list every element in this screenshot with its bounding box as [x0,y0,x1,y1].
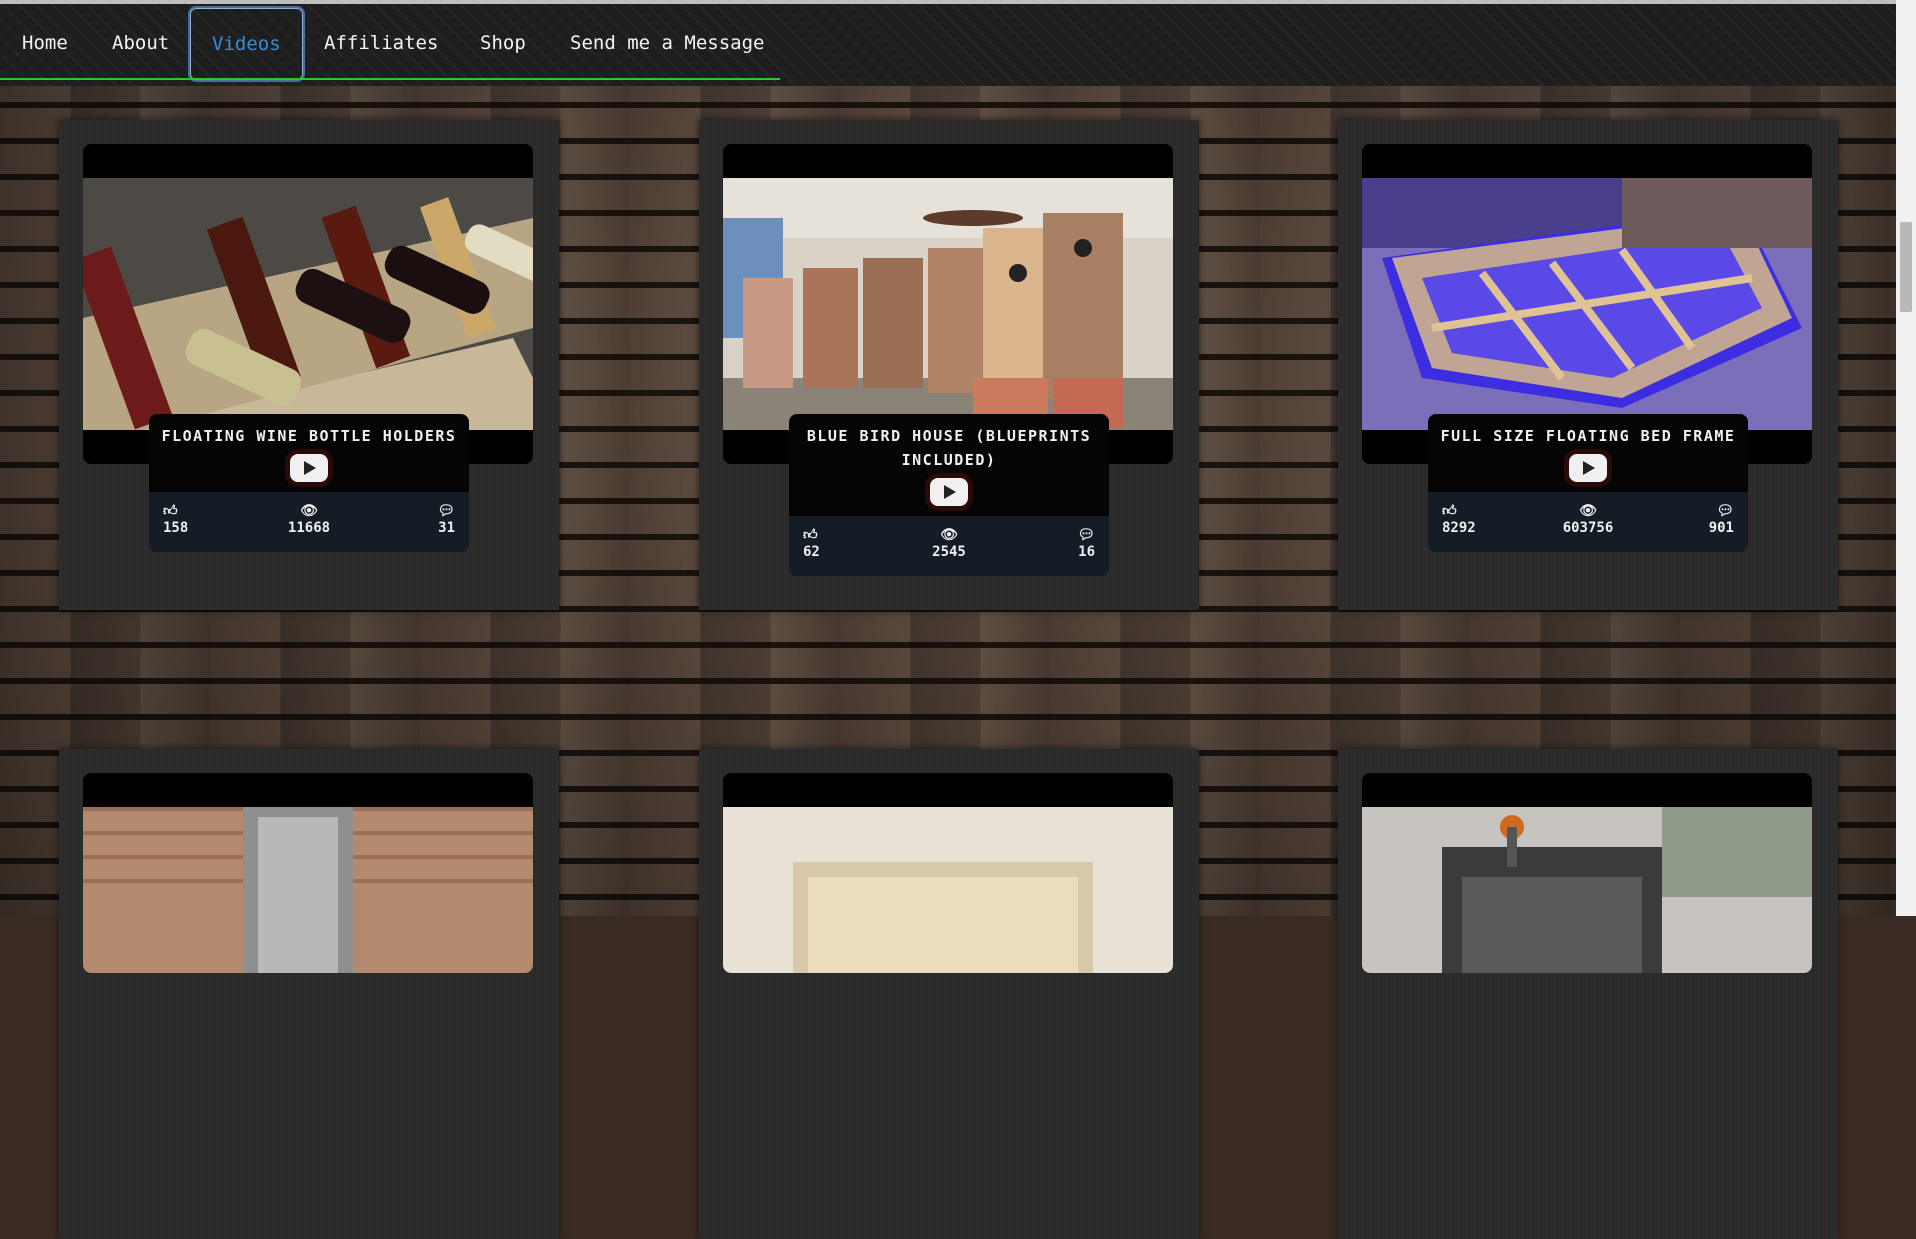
eye-icon: 👁︎ [940,527,958,543]
nav-videos[interactable]: Videos [188,6,305,82]
video-info-panel: FLOATING WINE BOTTLE HOLDERS 👍︎ 158 👁︎ 116… [149,414,469,552]
comment-icon: 💬︎ [437,503,455,519]
youtube-play-icon[interactable] [290,454,328,482]
video-thumbnail[interactable] [83,178,533,430]
nav-underline [0,78,780,80]
comments-count: 901 [1708,520,1734,536]
video-card [59,749,559,1239]
video-stats: 👍︎ 62 👁︎ 2545 💬︎ 16 [789,516,1109,576]
nav-home[interactable]: Home [22,6,68,80]
video-thumbnail-frame[interactable] [1362,773,1812,973]
views-count: 11668 [287,520,331,536]
video-thumbnail-frame[interactable] [83,773,533,973]
video-thumbnail[interactable] [83,807,533,973]
comments-count: 16 [1078,544,1095,560]
views-stat: 👁︎ 2545 [789,526,1109,560]
eye-icon: 👁︎ [300,503,318,519]
video-card: FULL SIZE FLOATING BED FRAME 👍︎ 8292 👁︎ 60… [1338,120,1838,610]
nav-affiliates[interactable]: Affiliates [324,6,438,80]
comments-count: 31 [438,520,455,536]
video-info-panel: BLUE BIRD HOUSE (BLUEPRINTS INCLUDED) 👍︎… [789,414,1109,576]
video-stats: 👍︎ 8292 👁︎ 603756 💬︎ 901 [1428,492,1748,552]
video-thumbnail[interactable] [1362,178,1812,430]
video-info-panel: FULL SIZE FLOATING BED FRAME 👍︎ 8292 👁︎ 60… [1428,414,1748,552]
youtube-play-icon[interactable] [930,478,968,506]
eye-icon: 👁︎ [1579,503,1597,519]
video-thumbnail[interactable] [723,178,1173,430]
comments-stat: 💬︎ 31 [437,502,455,536]
video-stats: 👍︎ 158 👁︎ 11668 💬︎ 31 [149,492,469,552]
video-thumbnail-frame[interactable] [723,773,1173,973]
video-title[interactable]: BLUE BIRD HOUSE (BLUEPRINTS INCLUDED) [789,414,1109,472]
views-count: 2545 [932,544,966,560]
views-stat: 👁︎ 603756 [1428,502,1748,536]
views-count: 603756 [1562,520,1614,536]
scrollbar-thumb[interactable] [1900,222,1912,312]
nav-send-message[interactable]: Send me a Message [570,6,764,80]
nav-about[interactable]: About [112,6,169,80]
comments-stat: 💬︎ 16 [1077,526,1095,560]
top-navigation: Home About Videos Affiliates Shop Send m… [0,0,1896,86]
video-thumbnail[interactable] [723,807,1173,973]
views-stat: 👁︎ 11668 [149,502,469,536]
video-card: FLOATING WINE BOTTLE HOLDERS 👍︎ 158 👁︎ 116… [59,120,559,610]
video-card: BLUE BIRD HOUSE (BLUEPRINTS INCLUDED) 👍︎… [699,120,1199,610]
video-card [1338,749,1838,1239]
nav-shop[interactable]: Shop [480,6,526,80]
comment-icon: 💬︎ [1077,527,1095,543]
comment-icon: 💬︎ [1716,503,1734,519]
video-title[interactable]: FULL SIZE FLOATING BED FRAME [1428,414,1748,448]
page-scrollbar[interactable] [1896,0,1916,916]
video-card [699,749,1199,1239]
youtube-play-icon[interactable] [1569,454,1607,482]
video-title[interactable]: FLOATING WINE BOTTLE HOLDERS [149,414,469,448]
video-thumbnail[interactable] [1362,807,1812,973]
comments-stat: 💬︎ 901 [1709,502,1734,536]
